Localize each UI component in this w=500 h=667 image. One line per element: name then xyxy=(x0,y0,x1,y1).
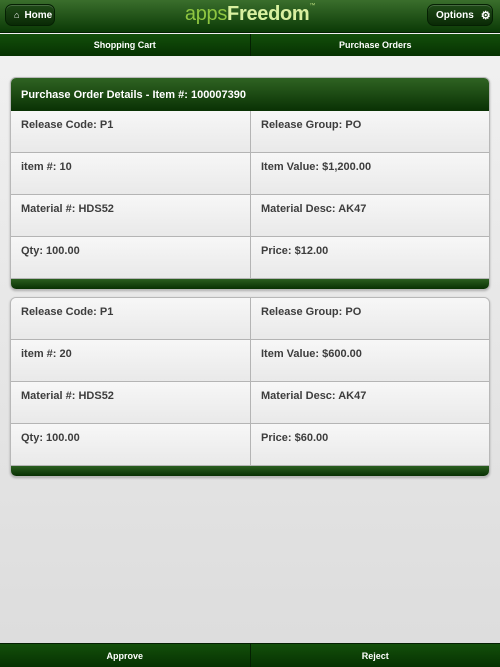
gear-icon: ⚙ xyxy=(480,9,491,22)
material-desc-field: Material Desc: AK47 xyxy=(251,382,489,424)
tab-shopping-cart[interactable]: Shopping Cart xyxy=(0,34,251,56)
material-number-field: Material #: HDS52 xyxy=(11,195,251,237)
action-bar: Approve Reject xyxy=(0,643,500,667)
material-number-field: Material #: HDS52 xyxy=(11,382,251,424)
material-desc-field: Material Desc: AK47 xyxy=(251,195,489,237)
card-footer xyxy=(11,466,489,476)
release-code-field: Release Code: P1 xyxy=(11,111,251,153)
card-footer xyxy=(11,279,489,289)
release-code-field: Release Code: P1 xyxy=(11,298,251,340)
app-logo: appsFreedom™ xyxy=(184,3,316,25)
card-title: Purchase Order Details - Item #: 1000073… xyxy=(11,78,489,111)
tab-purchase-orders[interactable]: Purchase Orders xyxy=(250,34,500,56)
qty-field: Qty: 100.00 xyxy=(11,237,251,279)
reject-button[interactable]: Reject xyxy=(250,644,500,667)
item-details-grid: Release Code: P1 Release Group: PO item … xyxy=(11,111,489,279)
options-button[interactable]: Options ⚙ xyxy=(427,4,493,26)
item-value-field: Item Value: $600.00 xyxy=(251,340,489,382)
price-field: Price: $12.00 xyxy=(251,237,489,279)
po-item-card: Release Code: P1 Release Group: PO item … xyxy=(10,297,490,477)
release-group-field: Release Group: PO xyxy=(251,111,489,153)
app-header: ⌂ Home appsFreedom™ Options ⚙ xyxy=(0,0,500,33)
item-number-field: item #: 10 xyxy=(11,153,251,195)
options-button-label: Options xyxy=(436,9,474,21)
qty-field: Qty: 100.00 xyxy=(11,424,251,466)
price-field: Price: $60.00 xyxy=(251,424,489,466)
release-group-field: Release Group: PO xyxy=(251,298,489,340)
po-item-card: Purchase Order Details - Item #: 1000073… xyxy=(10,77,490,290)
approve-button[interactable]: Approve xyxy=(0,644,251,667)
tab-bar: Shopping Cart Purchase Orders xyxy=(0,34,500,56)
item-details-grid: Release Code: P1 Release Group: PO item … xyxy=(11,298,489,466)
item-value-field: Item Value: $1,200.00 xyxy=(251,153,489,195)
item-number-field: item #: 20 xyxy=(11,340,251,382)
